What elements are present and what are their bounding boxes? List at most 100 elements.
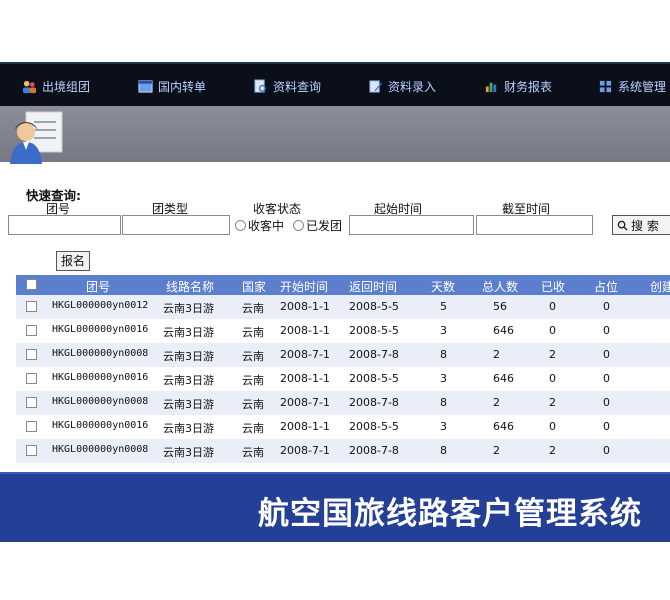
nav-item-query[interactable]: 资料查询 xyxy=(253,76,321,96)
table-cell: 云南3日游 xyxy=(163,326,214,339)
nav-item-label: 资料录入 xyxy=(388,79,437,94)
table-cell: HKGL000000yn0016 xyxy=(52,324,149,335)
end-time-input[interactable] xyxy=(476,215,593,235)
table-cell: 云南 xyxy=(242,302,264,315)
col-header[interactable]: 创建 xyxy=(650,278,670,295)
table-cell: 2008-1-1 xyxy=(280,324,330,337)
nav-item-domestic[interactable]: 国内转单 xyxy=(138,76,206,96)
table-cell: 3 xyxy=(440,372,447,385)
top-margin xyxy=(0,0,670,58)
table-cell: 0 xyxy=(549,324,556,337)
col-header[interactable]: 线路名称 xyxy=(166,278,214,295)
table-cell: 云南 xyxy=(242,326,264,339)
table-cell: 0 xyxy=(549,300,556,313)
row-checkbox[interactable] xyxy=(26,397,37,408)
header-banner xyxy=(0,106,670,162)
row-checkbox[interactable] xyxy=(26,349,37,360)
col-header[interactable]: 总人数 xyxy=(482,278,518,295)
radio-button[interactable] xyxy=(235,220,246,231)
table-cell: 56 xyxy=(493,300,507,313)
col-header[interactable]: 国家 xyxy=(242,278,266,295)
table-cell: 2 xyxy=(493,348,500,361)
table-cell: 0 xyxy=(603,324,610,337)
chart-icon xyxy=(485,82,497,92)
table-row[interactable]: HKGL000000yn0016 云南3日游 云南 2008-1-1 2008-5-5 3… xyxy=(16,319,670,343)
table-cell: 云南3日游 xyxy=(163,446,214,459)
users-icon xyxy=(22,80,37,93)
table-cell: 云南3日游 xyxy=(163,302,214,315)
window-icon xyxy=(138,79,153,93)
table-cell: 2 xyxy=(549,444,556,457)
col-header[interactable]: 天数 xyxy=(431,278,455,295)
nav-item-label: 国内转单 xyxy=(158,79,207,94)
nav-item-system[interactable]: 系统管理 xyxy=(598,76,666,96)
table-cell: 2008-7-8 xyxy=(349,348,399,361)
col-header[interactable]: 开始时间 xyxy=(280,278,328,295)
radio-button[interactable] xyxy=(293,220,304,231)
table-cell: 2008-1-1 xyxy=(280,300,330,313)
nav-item-finance[interactable]: 财务报表 xyxy=(484,76,552,96)
row-checkbox[interactable] xyxy=(26,373,37,384)
radio-label: 收客中 xyxy=(248,219,285,233)
report-button[interactable]: 报名 xyxy=(56,251,90,271)
search-button[interactable]: 搜 索 xyxy=(612,215,670,235)
table-cell: 8 xyxy=(440,444,447,457)
radio-label: 已发团 xyxy=(306,219,343,233)
table-cell: HKGL000000yn0008 xyxy=(52,396,149,407)
table-cell: 646 xyxy=(493,372,514,385)
select-all-checkbox[interactable] xyxy=(26,279,37,290)
table-cell: 0 xyxy=(603,300,610,313)
row-checkbox[interactable] xyxy=(26,301,37,312)
nav-item-label: 资料查询 xyxy=(273,79,322,94)
nav-item-entry[interactable]: 资料录入 xyxy=(368,76,436,96)
table-cell: 0 xyxy=(603,444,610,457)
start-time-input[interactable] xyxy=(349,215,474,235)
nav-item-label: 财务报表 xyxy=(504,79,553,94)
search-doc-icon xyxy=(254,78,266,93)
radio-departed[interactable]: 已发团 xyxy=(293,217,342,234)
col-header[interactable]: 团号 xyxy=(86,278,110,295)
table-row[interactable]: HKGL000000yn0016 云南3日游 云南 2008-1-1 2008-5-5 3… xyxy=(16,367,670,391)
table-row[interactable]: HKGL000000yn0016 云南3日游 云南 2008-1-1 2008-5-5 3… xyxy=(16,415,670,439)
table-header: 团号 线路名称 国家 开始时间 返回时间 天数 总人数 已收 占位 创建 xyxy=(16,275,670,295)
table-cell: 5 xyxy=(440,300,447,313)
group-type-input[interactable] xyxy=(122,215,230,235)
table-row[interactable]: HKGL000000yn0008 云南3日游 云南 2008-7-1 2008-7-8 8… xyxy=(16,343,670,367)
table-row[interactable]: HKGL000000yn0008 云南3日游 云南 2008-7-1 2008-7-8 8… xyxy=(16,439,670,463)
table-cell: 云南 xyxy=(242,374,264,387)
col-header[interactable]: 返回时间 xyxy=(349,278,397,295)
nav-item-label: 系统管理 xyxy=(618,79,667,94)
table-cell: 云南3日游 xyxy=(163,422,214,435)
system-title: 航空国旅线路客户管理系统 xyxy=(258,496,642,532)
nav-item-outbound[interactable]: 出境组团 xyxy=(22,76,90,96)
col-header[interactable]: 占位 xyxy=(594,278,618,295)
table-cell: 0 xyxy=(603,420,610,433)
row-checkbox[interactable] xyxy=(26,421,37,432)
table-cell: 2008-7-8 xyxy=(349,396,399,409)
table-cell: 云南3日游 xyxy=(163,350,214,363)
table-cell: 2008-5-5 xyxy=(349,300,399,313)
table-row[interactable]: HKGL000000yn0012 云南3日游 云南 2008-1-1 2008-5-5 5… xyxy=(16,295,670,319)
table-cell: 646 xyxy=(493,324,514,337)
table-row[interactable]: HKGL000000yn0008 云南3日游 云南 2008-7-1 2008-7-8 8… xyxy=(16,391,670,415)
group-no-input[interactable] xyxy=(8,215,121,235)
table-cell: HKGL000000yn0012 xyxy=(52,300,149,311)
table-cell: 3 xyxy=(440,324,447,337)
col-header[interactable]: 已收 xyxy=(541,278,565,295)
search-button-label: 搜 索 xyxy=(631,218,659,233)
radio-collecting[interactable]: 收客中 xyxy=(235,217,284,234)
row-checkbox[interactable] xyxy=(26,325,37,336)
table-cell: 云南3日游 xyxy=(163,398,214,411)
table-cell: 8 xyxy=(440,348,447,361)
table-cell: 0 xyxy=(603,372,610,385)
app-frame: 出境组团 国内转单 资料查询 资料录入 财务报表 系统管理 快速查询: 团号 团… xyxy=(0,0,670,600)
table-cell: 2 xyxy=(493,444,500,457)
table-cell: 2008-7-1 xyxy=(280,444,330,457)
table-cell: 2008-7-1 xyxy=(280,348,330,361)
row-checkbox[interactable] xyxy=(26,445,37,456)
table-cell: 646 xyxy=(493,420,514,433)
edit-icon xyxy=(369,79,383,93)
table-cell: 云南 xyxy=(242,350,264,363)
grid-icon xyxy=(599,80,612,92)
table-cell: 0 xyxy=(549,420,556,433)
